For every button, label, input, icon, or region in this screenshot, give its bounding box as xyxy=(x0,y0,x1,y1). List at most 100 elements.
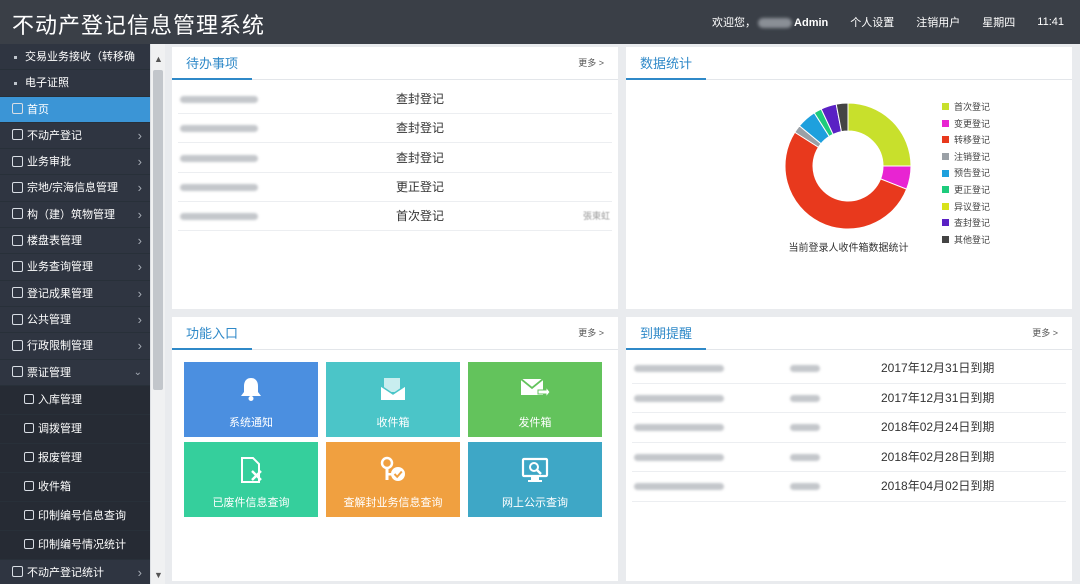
expiry-row[interactable]: 2017年12月31日到期 xyxy=(632,354,1066,384)
bell-icon xyxy=(240,376,262,405)
sidebar-item[interactable]: 交易业务接收（转移确 xyxy=(0,44,150,71)
todo-row[interactable]: 更正登记 xyxy=(178,173,612,202)
menu-icon xyxy=(12,208,23,220)
legend-item[interactable]: 预告登记 xyxy=(942,165,990,182)
function-more-link[interactable]: 更多 > xyxy=(578,317,604,350)
personal-settings-link[interactable]: 个人设置 xyxy=(850,14,894,30)
sidebar-item[interactable]: 印制编号情况统计 xyxy=(0,530,150,560)
legend-item[interactable]: 注销登记 xyxy=(942,149,990,166)
legend-item[interactable]: 变更登记 xyxy=(942,116,990,133)
function-tile[interactable]: 收件箱 xyxy=(326,362,460,437)
function-tile[interactable]: 发件箱 xyxy=(468,362,602,437)
legend-item[interactable]: 转移登记 xyxy=(942,132,990,149)
sidebar-item-label: 电子证照 xyxy=(25,77,69,90)
scrollbar-thumb[interactable] xyxy=(153,70,163,390)
redacted-owner xyxy=(790,483,820,490)
todo-row[interactable]: 首次登记 張東虹 xyxy=(178,202,612,232)
chevron-right-icon: › xyxy=(137,311,142,327)
expiry-row[interactable]: 2018年04月02日到期 xyxy=(632,472,1066,502)
todo-type: 查封登记 xyxy=(396,92,445,106)
sidebar-scrollbar[interactable]: ▲ ▼ xyxy=(150,44,165,584)
chevron-right-icon: › xyxy=(137,285,142,301)
todo-more-link[interactable]: 更多 > xyxy=(578,47,604,80)
scroll-down-arrow-icon[interactable]: ▼ xyxy=(154,570,163,580)
legend-swatch xyxy=(942,119,949,127)
sidebar-item[interactable]: 楼盘表管理 › xyxy=(0,228,150,255)
expiry-date: 2017年12月31日到期 xyxy=(881,390,995,405)
chevron-down-icon: ⌄ xyxy=(133,366,142,378)
sidebar-item[interactable]: 构（建）筑物管理 › xyxy=(0,202,150,229)
sidebar-item-label: 入库管理 xyxy=(38,393,82,406)
sidebar-item[interactable]: 公共管理 › xyxy=(0,307,150,334)
menu-icon xyxy=(12,129,23,141)
sidebar-item[interactable]: 票证管理 ⌄ xyxy=(0,360,150,386)
sidebar-item[interactable]: 不动产登记 › xyxy=(0,123,150,150)
scroll-up-arrow-icon[interactable]: ▲ xyxy=(154,54,163,64)
chevron-right-icon: › xyxy=(137,259,142,275)
expiry-date: 2017年12月31日到期 xyxy=(881,361,995,375)
redacted-cert-number xyxy=(634,394,724,402)
function-tile[interactable]: 系统通知 xyxy=(184,362,318,437)
function-tile[interactable]: 查解封业务信息查询 xyxy=(326,442,460,517)
expiry-row[interactable]: 2017年12月31日到期 xyxy=(632,384,1066,413)
legend-label: 查封登记 xyxy=(954,218,991,229)
legend-item[interactable]: 查封登记 xyxy=(942,215,990,232)
legend-label: 更正登记 xyxy=(954,184,991,195)
sidebar-item[interactable]: 登记成果管理 › xyxy=(0,281,150,307)
sidebar-item[interactable]: 业务审批 › xyxy=(0,149,150,176)
todo-type: 更正登记 xyxy=(396,179,445,194)
stats-title: 数据统计 xyxy=(626,47,707,80)
menu-icon xyxy=(12,366,23,378)
todo-handler: 張東虹 xyxy=(582,211,610,222)
sidebar-item-label: 印制编号情况统计 xyxy=(38,538,126,551)
chevron-right-icon: › xyxy=(137,206,142,222)
sidebar-item[interactable]: 首页 xyxy=(0,96,150,123)
expiry-more-link[interactable]: 更多 > xyxy=(1032,317,1058,350)
legend-item[interactable]: 首次登记 xyxy=(942,99,990,116)
sidebar-item[interactable]: 收件箱 xyxy=(0,472,150,502)
redacted-username xyxy=(758,18,793,29)
menu-icon xyxy=(12,566,23,578)
expiry-row[interactable]: 2018年02月28日到期 xyxy=(632,443,1066,472)
top-bar: 不动产登记信息管理系统 欢迎您， Admin 个人设置 注销用户 星期四 11:4… xyxy=(0,0,1080,44)
legend-swatch xyxy=(942,169,949,177)
legend-swatch xyxy=(942,103,949,111)
sidebar-item[interactable]: 行政限制管理 › xyxy=(0,333,150,360)
inbox-icon xyxy=(379,376,407,405)
menu-icon xyxy=(12,103,23,115)
legend-label: 变更登记 xyxy=(954,118,991,129)
sidebar-item[interactable]: 调拨管理 xyxy=(0,414,150,444)
sidebar-item-label: 不动产登记统计 xyxy=(27,566,104,579)
redacted-case-number xyxy=(180,213,258,221)
function-tile[interactable]: 网上公示查询 xyxy=(468,442,602,517)
redacted-cert-number xyxy=(634,483,724,490)
logout-link[interactable]: 注销用户 xyxy=(916,14,960,30)
donut-slice[interactable] xyxy=(847,102,912,167)
admin-name: Admin xyxy=(794,17,829,29)
menu-icon xyxy=(24,451,34,462)
legend-item[interactable]: 异议登记 xyxy=(942,199,990,216)
todo-row[interactable]: 查封登记 xyxy=(178,144,612,173)
function-tile-label: 已废件信息查询 xyxy=(212,497,290,509)
menu-icon xyxy=(12,260,23,272)
function-tile[interactable]: 已废件信息查询 xyxy=(184,442,318,517)
sidebar-item-label: 行政限制管理 xyxy=(27,340,93,353)
sidebar-item[interactable]: 不动产登记统计 › xyxy=(0,560,150,584)
sidebar-item[interactable]: 业务查询管理 › xyxy=(0,254,150,281)
todo-row[interactable]: 查封登记 xyxy=(178,85,612,114)
legend-item[interactable]: 更正登记 xyxy=(942,182,990,199)
sidebar-item[interactable]: 报废管理 xyxy=(0,443,150,473)
todo-row[interactable]: 查封登记 xyxy=(178,114,612,144)
expiry-row[interactable]: 2018年02月24日到期 xyxy=(632,413,1066,443)
sidebar-item[interactable]: 电子证照 xyxy=(0,70,150,97)
function-panel: 功能入口 更多 > 系统通知 收件箱 发件箱 已废件信息查询 查解封业务信息查询 网上公示… xyxy=(172,317,618,581)
menu-icon xyxy=(12,182,23,194)
legend-swatch xyxy=(942,235,949,243)
sidebar-item[interactable]: 印制编号信息查询 xyxy=(0,501,150,531)
sidebar-item[interactable]: 入库管理 xyxy=(0,385,150,415)
sidebar-item-label: 报废管理 xyxy=(38,451,82,464)
legend-item[interactable]: 其他登记 xyxy=(942,232,990,249)
sidebar-item-label: 登记成果管理 xyxy=(27,287,93,300)
sidebar-item[interactable]: 宗地/宗海信息管理 › xyxy=(0,175,150,202)
sidebar-item-label: 宗地/宗海信息管理 xyxy=(27,182,119,195)
